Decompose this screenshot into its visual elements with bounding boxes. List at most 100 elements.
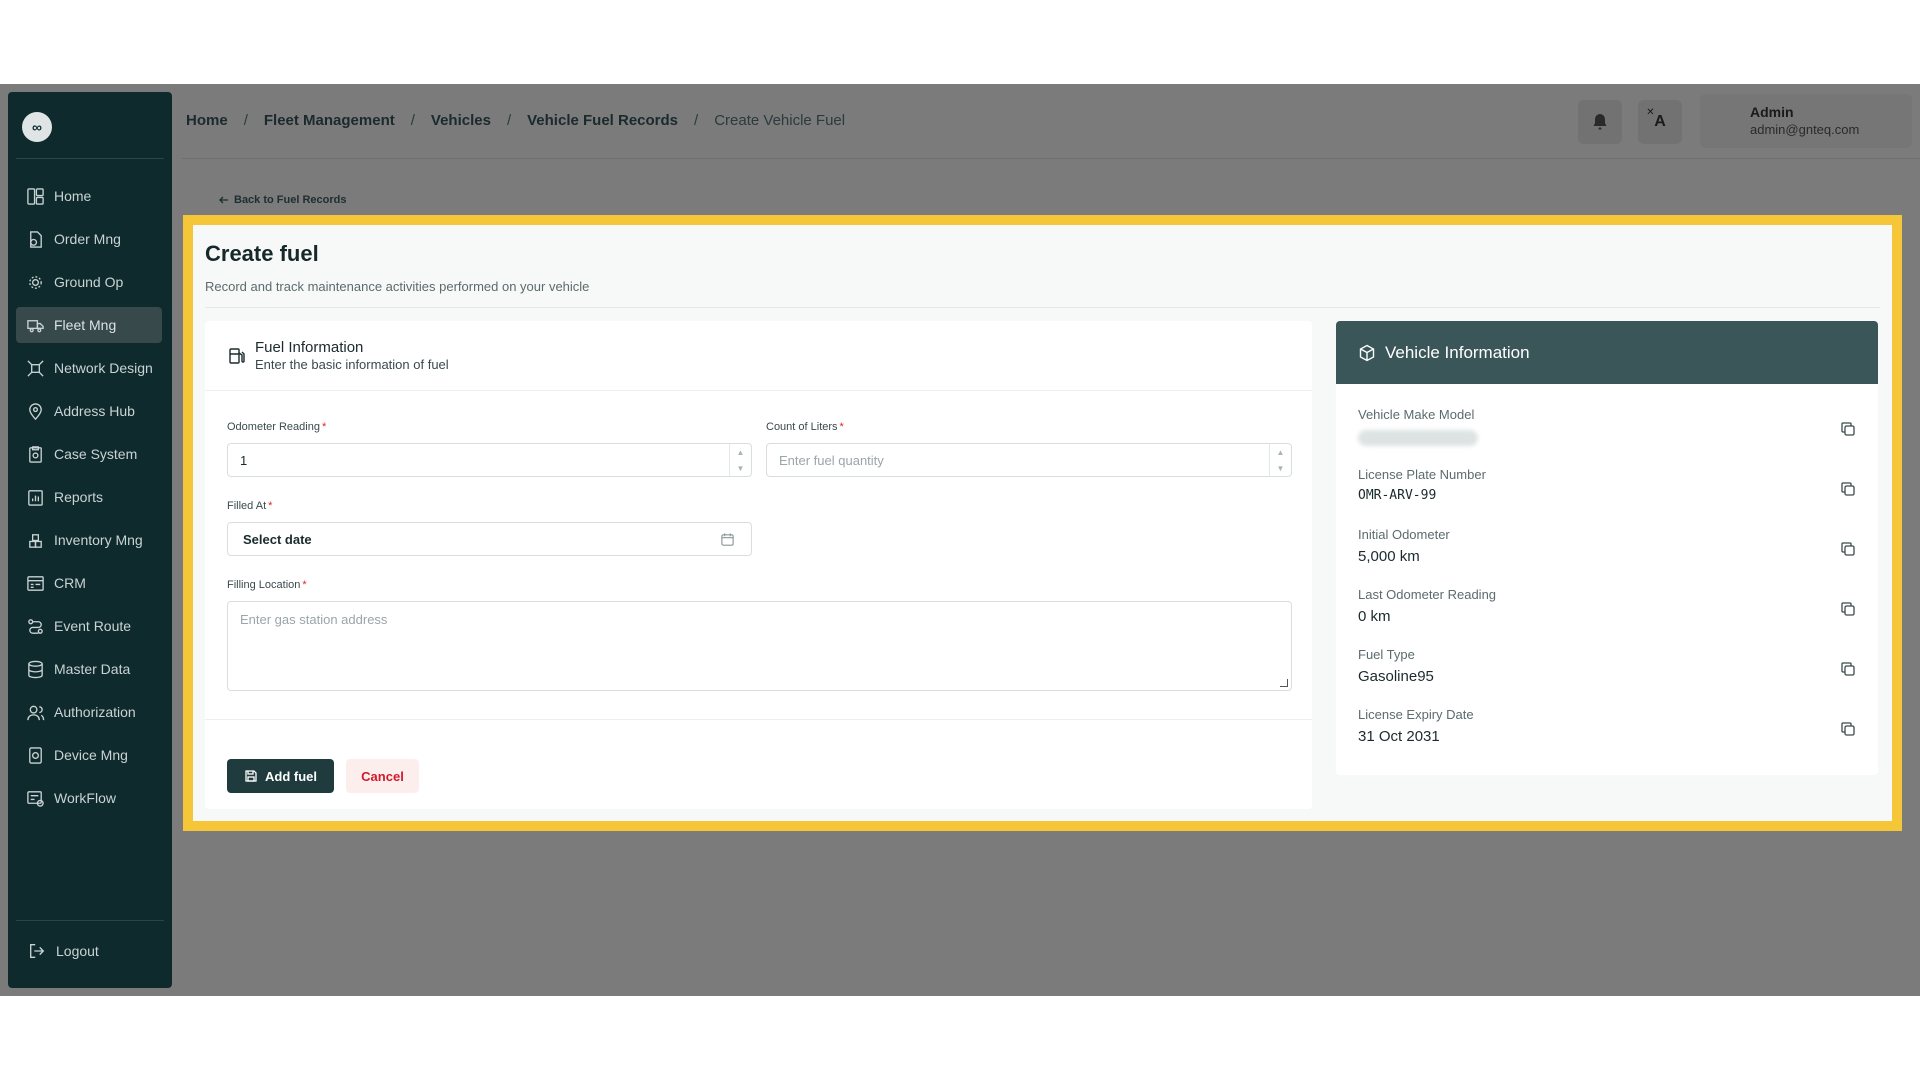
sidebar-item-master-data[interactable]: Master Data: [16, 651, 162, 687]
ground-op-icon: [24, 271, 46, 293]
breadcrumb: Home / Fleet Management / Vehicles / Veh…: [186, 112, 845, 129]
sidebar-item-label: Event Route: [54, 618, 132, 634]
language-button[interactable]: ✕ A: [1638, 100, 1682, 144]
logout-label: Logout: [56, 943, 99, 959]
copy-icon[interactable]: [1840, 481, 1856, 497]
vehicle-information-header: Vehicle Information: [1336, 321, 1878, 384]
database-icon: [24, 658, 46, 680]
calendar-icon[interactable]: [720, 532, 735, 547]
user-name: Admin: [1750, 104, 1794, 120]
crm-icon: [24, 572, 46, 594]
workflow-icon: [24, 787, 46, 809]
sidebar-item-authorization[interactable]: Authorization: [16, 694, 162, 730]
filled-at-value: Select date: [243, 531, 312, 547]
sidebar-item-label: Authorization: [54, 704, 136, 720]
field-value: 0 km: [1358, 608, 1391, 625]
copy-icon[interactable]: [1840, 601, 1856, 617]
sidebar-item-workflow[interactable]: WorkFlow: [16, 780, 162, 816]
location-pin-icon: [24, 400, 46, 422]
license-expiry-date: License Expiry Date 31 Oct 2031: [1358, 707, 1856, 759]
back-link-label: Back to Fuel Records: [234, 194, 347, 206]
breadcrumb-separator: /: [694, 112, 699, 129]
breadcrumb-vehicles[interactable]: Vehicles: [431, 112, 491, 129]
fuel-type: Fuel Type Gasoline95: [1358, 647, 1856, 699]
required-mark: *: [268, 500, 273, 512]
sidebar-item-crm[interactable]: CRM: [16, 565, 162, 601]
breadcrumb-vehicle-fuel-records[interactable]: Vehicle Fuel Records: [527, 112, 678, 129]
network-icon: [24, 357, 46, 379]
vehicle-make-model: Vehicle Make Model: [1358, 407, 1856, 459]
breadcrumb-current: Create Vehicle Fuel: [714, 112, 846, 129]
liters-stepper[interactable]: ▲ ▼: [1269, 444, 1291, 476]
sidebar-item-fleet-mng[interactable]: Fleet Mng: [16, 307, 162, 343]
copy-icon[interactable]: [1840, 661, 1856, 677]
sidebar-item-case-system[interactable]: Case System: [16, 436, 162, 472]
arrow-left-icon: [219, 196, 228, 204]
sidebar: ∞ Home Order Mng Ground Op Fleet Mng Net…: [8, 92, 172, 988]
fuel-form-title: Fuel Information: [255, 339, 364, 356]
sidebar-item-device-mng[interactable]: Device Mng: [16, 737, 162, 773]
copy-icon[interactable]: [1840, 721, 1856, 737]
cancel-button[interactable]: Cancel: [346, 759, 419, 793]
app-logo[interactable]: ∞: [22, 112, 52, 142]
field-value-redacted: [1358, 430, 1478, 446]
page-subtitle: Record and track maintenance activities …: [205, 279, 590, 294]
breadcrumb-home[interactable]: Home: [186, 112, 228, 129]
filled-at-date-picker[interactable]: Select date: [227, 522, 752, 556]
create-fuel-panel: Create fuel Record and track maintenance…: [183, 215, 1902, 831]
breadcrumb-fleet-management[interactable]: Fleet Management: [264, 112, 395, 129]
sidebar-item-label: Master Data: [54, 661, 131, 677]
chevron-down-icon[interactable]: ▼: [1277, 464, 1285, 473]
sidebar-item-event-route[interactable]: Event Route: [16, 608, 162, 644]
liters-input[interactable]: Enter fuel quantity ▲ ▼: [766, 443, 1292, 477]
sidebar-item-address-hub[interactable]: Address Hub: [16, 393, 162, 429]
sidebar-item-reports[interactable]: Reports: [16, 479, 162, 515]
field-value: OMR-ARV-99: [1358, 488, 1437, 503]
sidebar-item-inventory-mng[interactable]: Inventory Mng: [16, 522, 162, 558]
odometer-input[interactable]: 1 ▲ ▼: [227, 443, 752, 477]
odometer-stepper[interactable]: ▲ ▼: [729, 444, 751, 476]
filling-location-textarea[interactable]: Enter gas station address: [227, 601, 1292, 691]
sidebar-item-network-design[interactable]: Network Design: [16, 350, 162, 386]
field-value: Gasoline95: [1358, 668, 1434, 685]
sidebar-item-ground-op[interactable]: Ground Op: [16, 264, 162, 300]
add-fuel-label: Add fuel: [265, 768, 317, 784]
add-fuel-button[interactable]: Add fuel: [227, 759, 334, 793]
required-mark: *: [302, 579, 307, 591]
sidebar-item-order-mng[interactable]: Order Mng: [16, 221, 162, 257]
sidebar-item-label: Home: [54, 188, 92, 204]
field-label: Last Odometer Reading: [1358, 587, 1497, 602]
field-label: Vehicle Make Model: [1358, 407, 1475, 422]
fuel-form-description: Enter the basic information of fuel: [255, 357, 449, 372]
field-label: Fuel Type: [1358, 647, 1415, 662]
title-divider: [205, 307, 1880, 308]
header-divider: [182, 158, 1920, 159]
clipboard-icon: [24, 443, 46, 465]
filled-at-label: Filled At *: [227, 500, 273, 512]
logout-button[interactable]: Logout: [28, 942, 99, 960]
license-plate-number: License Plate Number OMR-ARV-99: [1358, 467, 1856, 519]
sidebar-item-home[interactable]: Home: [16, 178, 162, 214]
field-value: 31 Oct 2031: [1358, 728, 1440, 745]
copy-icon[interactable]: [1840, 421, 1856, 437]
save-icon: [245, 770, 257, 782]
fuel-form-card: Fuel Information Enter the basic informa…: [205, 321, 1312, 809]
report-icon: [24, 486, 46, 508]
back-to-fuel-records-link[interactable]: Back to Fuel Records: [218, 194, 346, 206]
user-menu[interactable]: Admin admin@gnteq.com: [1700, 94, 1912, 148]
chevron-up-icon[interactable]: ▲: [737, 448, 745, 457]
chevron-up-icon[interactable]: ▲: [1277, 448, 1285, 457]
sidebar-item-label: Ground Op: [54, 274, 124, 290]
sidebar-item-label: Address Hub: [54, 403, 135, 419]
field-label: Initial Odometer: [1358, 527, 1450, 542]
notifications-button[interactable]: [1578, 100, 1622, 144]
sidebar-item-label: Order Mng: [54, 231, 121, 247]
sidebar-item-label: CRM: [54, 575, 86, 591]
initial-odometer: Initial Odometer 5,000 km: [1358, 527, 1856, 579]
logout-icon: [30, 944, 45, 958]
copy-icon[interactable]: [1840, 541, 1856, 557]
sidebar-item-label: Fleet Mng: [54, 317, 117, 333]
resize-handle[interactable]: [1280, 679, 1288, 687]
chevron-down-icon[interactable]: ▼: [737, 464, 745, 473]
last-odometer-reading: Last Odometer Reading 0 km: [1358, 587, 1856, 639]
